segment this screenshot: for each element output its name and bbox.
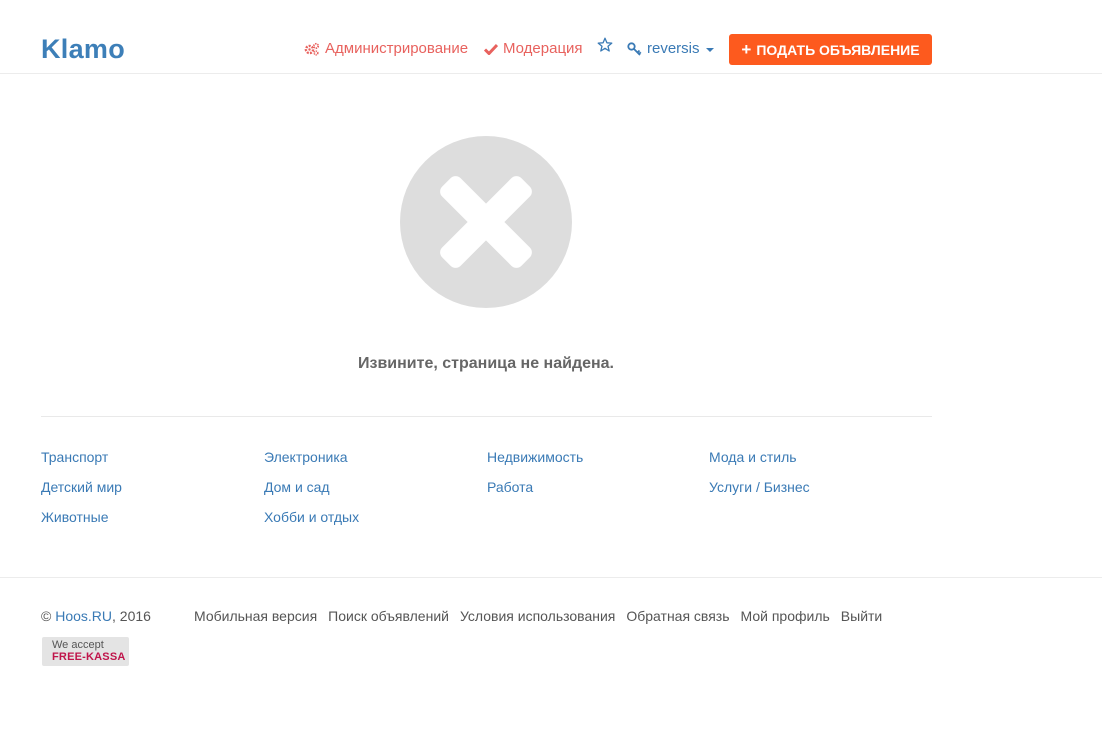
category-link[interactable]: Электроника — [264, 448, 348, 466]
check-icon — [484, 43, 498, 55]
nav-admin-link[interactable]: Администрирование — [304, 37, 468, 61]
footer-link-mobile[interactable]: Мобильная версия — [194, 608, 317, 624]
error-x-icon — [400, 136, 572, 308]
header: Klamo Администрирование Модерация revers… — [0, 0, 1102, 74]
category-link[interactable]: Работа — [487, 478, 533, 496]
copyright-year: , 2016 — [112, 608, 151, 624]
divider — [41, 416, 932, 417]
key-icon — [627, 42, 642, 56]
copyright: © Hoos.RU, 2016 — [41, 608, 151, 624]
star-icon — [597, 37, 613, 52]
gears-icon — [304, 42, 320, 56]
category-link[interactable]: Недвижимость — [487, 448, 583, 466]
footer-divider — [0, 577, 1102, 578]
footer-links: Мобильная версия Поиск объявлений Услови… — [194, 608, 893, 624]
category-link[interactable]: Детский мир — [41, 478, 122, 496]
category-link[interactable]: Животные — [41, 508, 109, 526]
category-link[interactable]: Услуги / Бизнес — [709, 478, 810, 496]
category-link[interactable]: Дом и сад — [264, 478, 330, 496]
nav-moderation-link[interactable]: Модерация — [484, 37, 583, 61]
free-kassa-badge[interactable]: We accept FREE-KASSA — [42, 637, 129, 666]
post-ad-button[interactable]: + ПОДАТЬ ОБЪЯВЛЕНИЕ — [729, 34, 932, 65]
error-message: Извините, страница не найдена. — [358, 355, 614, 372]
badge-line1: We accept — [52, 639, 104, 651]
footer-link-logout[interactable]: Выйти — [841, 608, 882, 624]
category-link[interactable]: Транспорт — [41, 448, 108, 466]
nav-admin-label: Администрирование — [325, 40, 469, 57]
user-name: reversis — [647, 40, 700, 57]
nav-moderation-label: Модерация — [503, 40, 583, 57]
logo[interactable]: Klamo — [41, 33, 125, 65]
badge-line2: FREE-KASSA — [52, 651, 126, 663]
plus-icon: + — [741, 40, 752, 59]
footer-link-terms[interactable]: Условия использования — [460, 608, 615, 624]
copyright-symbol: © — [41, 608, 52, 624]
footer-link-feedback[interactable]: Обратная связь — [626, 608, 729, 624]
footer-link-search[interactable]: Поиск объявлений — [328, 608, 449, 624]
category-link[interactable]: Мода и стиль — [709, 448, 797, 466]
footer-link-profile[interactable]: Мой профиль — [741, 608, 830, 624]
site-link[interactable]: Hoos.RU — [55, 608, 112, 624]
category-link[interactable]: Хобби и отдых — [264, 508, 359, 526]
user-menu[interactable]: reversis — [627, 37, 714, 61]
post-ad-label: ПОДАТЬ ОБЪЯВЛЕНИЕ — [756, 41, 920, 58]
favorites-link[interactable] — [597, 37, 618, 53]
chevron-down-icon — [705, 48, 714, 52]
